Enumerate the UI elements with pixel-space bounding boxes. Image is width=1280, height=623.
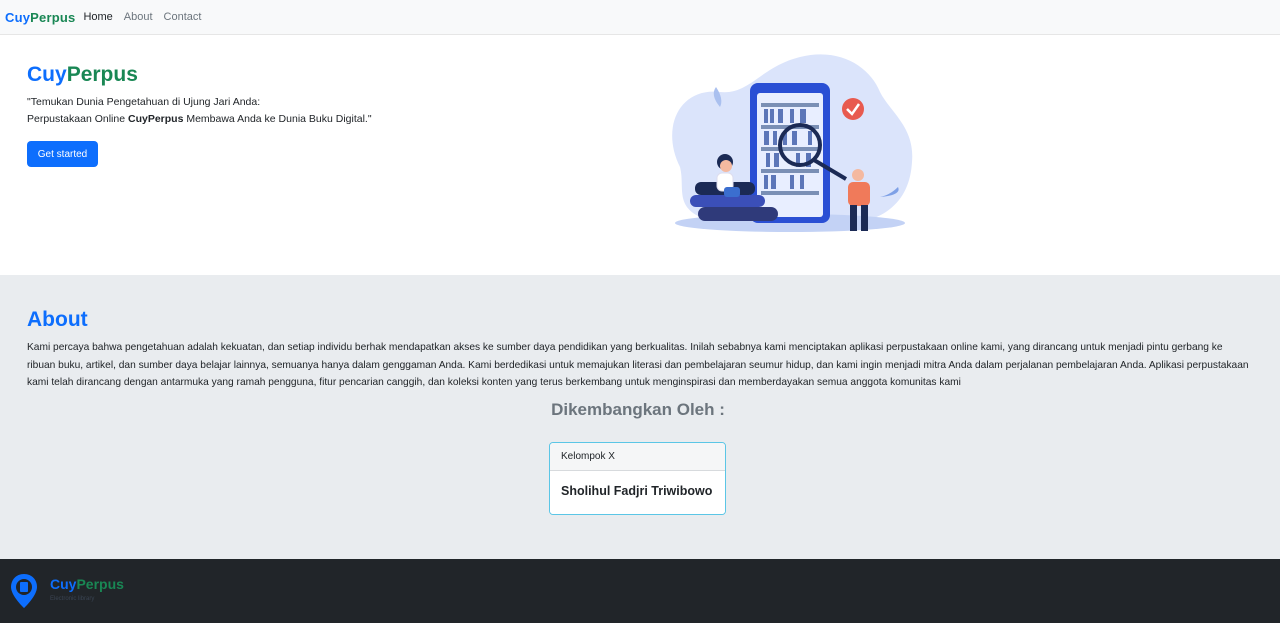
hero-title-cuy: Cuy [27, 63, 67, 86]
navbar-brand[interactable]: CuyPerpus [5, 10, 75, 25]
hero-line2-after: Membawa Anda ke Dunia Buku Digital." [183, 113, 372, 125]
library-illustration-icon [672, 54, 913, 232]
nav-link-contact[interactable]: Contact [164, 11, 202, 23]
nav-link-home[interactable]: Home [83, 11, 112, 23]
get-started-button[interactable]: Get started [27, 141, 98, 167]
hero-title-perpus: Perpus [66, 63, 138, 86]
footer: CuyPerpus Electronic library [0, 559, 1280, 623]
hero-title: CuyPerpus [27, 63, 138, 87]
hero-line1: "Temukan Dunia Pengetahuan di Ujung Jari… [27, 96, 261, 108]
hero-line2-before: Perpustakaan Online [27, 113, 128, 125]
developer-card: Kelompok X Sholihul Fadjri Triwibowo [549, 442, 726, 515]
brand-cuy: Cuy [5, 9, 31, 25]
footer-brand-perpus: Perpus [76, 576, 124, 592]
footer-subtitle: Electronic library [50, 596, 95, 602]
hero-tagline: "Temukan Dunia Pengetahuan di Ujung Jari… [27, 94, 372, 128]
hero-line2-bold: CuyPerpus [127, 113, 184, 125]
hero-section: CuyPerpus "Temukan Dunia Pengetahuan di … [0, 35, 1280, 275]
about-description: Kami percaya bahwa pengetahuan adalah ke… [27, 342, 1249, 388]
brand-perpus: Perpus [30, 9, 76, 25]
navbar: CuyPerpus Home About Contact [0, 0, 1280, 35]
about-section: About Kami percaya bahwa pengetahuan ada… [0, 275, 1280, 559]
nav-link-about[interactable]: About [124, 11, 153, 23]
footer-brand-cuy: Cuy [50, 576, 77, 592]
about-title: About [27, 308, 88, 331]
developer-card-name: Sholihul Fadjri Triwibowo [550, 471, 725, 514]
footer-brand[interactable]: CuyPerpus [50, 576, 124, 592]
location-pin-book-icon [11, 574, 37, 608]
developed-by-heading: Dikembangkan Oleh : [551, 400, 725, 419]
developer-card-header: Kelompok X [550, 443, 725, 471]
